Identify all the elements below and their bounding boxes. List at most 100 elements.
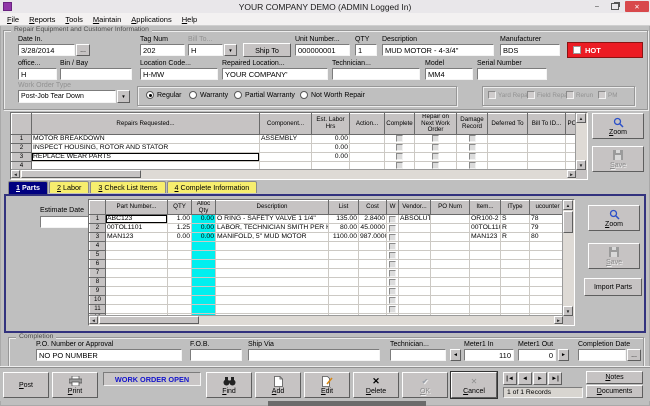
- rerun-checkbox[interactable]: [566, 91, 574, 99]
- warranty-checkbox[interactable]: [389, 260, 396, 268]
- manufacturer-field[interactable]: [500, 44, 560, 56]
- parts-row[interactable]: 1 ABC123 1.00 0.00 O RING - SAFETY VALVE 1 1…: [89, 214, 566, 224]
- cancel-button[interactable]: ✕ Cancel: [451, 372, 497, 398]
- radio-warranty[interactable]: [189, 91, 197, 99]
- damage-record-checkbox[interactable]: [468, 162, 476, 169]
- date-in-lookup-button[interactable]: ...: [76, 44, 90, 56]
- menu-applications[interactable]: Applications: [126, 13, 176, 26]
- warranty-checkbox[interactable]: [389, 242, 396, 250]
- field-repair-checkbox[interactable]: [527, 91, 535, 99]
- yard-repair-checkbox[interactable]: [488, 91, 496, 99]
- selected-cell[interactable]: REPLACE WEAR PARTS: [31, 151, 260, 162]
- warranty-checkbox[interactable]: [389, 278, 396, 286]
- meter-stepper-left-button[interactable]: ◄: [450, 349, 461, 361]
- restore-button[interactable]: [607, 1, 623, 12]
- menu-maintain[interactable]: Maintain: [88, 13, 126, 26]
- radio-partial-warranty[interactable]: [234, 91, 242, 99]
- scroll-down-icon[interactable]: ▼: [563, 306, 573, 316]
- close-button[interactable]: ✕: [625, 1, 649, 12]
- office-field[interactable]: [18, 68, 57, 80]
- complete-checkbox[interactable]: [396, 153, 403, 160]
- warranty-checkbox[interactable]: [389, 305, 396, 313]
- ok-button[interactable]: ✔ OK: [402, 372, 448, 398]
- find-button[interactable]: Find: [206, 372, 252, 398]
- work-order-type-dropdown-button[interactable]: ▼: [117, 90, 130, 103]
- pm-checkbox[interactable]: [598, 91, 606, 99]
- hot-checkbox[interactable]: [573, 46, 581, 54]
- menu-help[interactable]: Help: [177, 13, 202, 26]
- post-button[interactable]: Post: [3, 372, 49, 398]
- model-field[interactable]: [425, 68, 473, 80]
- complete-checkbox[interactable]: [396, 144, 403, 151]
- description-field[interactable]: [382, 44, 494, 56]
- work-order-type-field[interactable]: [18, 90, 116, 103]
- scroll-left-icon[interactable]: ◄: [11, 170, 20, 178]
- parts-row[interactable]: 11: [89, 304, 566, 314]
- parts-save-button[interactable]: Save: [588, 243, 640, 269]
- scroll-right-icon[interactable]: ►: [554, 316, 563, 324]
- tab-parts[interactable]: 1 Parts: [8, 181, 48, 194]
- documents-button[interactable]: Documents: [586, 385, 643, 398]
- scroll-down-icon[interactable]: ▼: [576, 160, 586, 170]
- parts-row[interactable]: 2 00TOL1101 1.25 0.00 LABOR, TECHNICIAN SMIT…: [89, 223, 566, 233]
- warranty-checkbox[interactable]: [389, 287, 396, 295]
- meter-stepper-right-button[interactable]: ►: [558, 349, 569, 361]
- repairs-row[interactable]: 3 REPLACE WEAR PARTS 0.00: [11, 151, 579, 162]
- warranty-checkbox[interactable]: [389, 233, 396, 241]
- delete-button[interactable]: ✕ Delete: [353, 372, 399, 398]
- parts-horizontal-scrollbar[interactable]: ◄ ►: [89, 315, 563, 325]
- menu-reports[interactable]: Reports: [24, 13, 60, 26]
- technician-field[interactable]: [332, 68, 420, 80]
- menu-tools[interactable]: Tools: [60, 13, 88, 26]
- repair-next-checkbox[interactable]: [432, 162, 439, 169]
- parts-row[interactable]: 8: [89, 277, 566, 287]
- meter1-out-field[interactable]: [518, 349, 556, 361]
- repairs-zoom-button[interactable]: Zoom: [592, 113, 644, 139]
- serial-number-field[interactable]: [477, 68, 547, 80]
- ship-via-field[interactable]: [248, 349, 380, 361]
- repairs-row[interactable]: 2 INSPECT HOUSING, ROTOR AND STATOR 0.00: [11, 142, 579, 153]
- menu-file[interactable]: File: [2, 13, 24, 26]
- bill-to-dropdown-button[interactable]: ▼: [224, 44, 237, 56]
- tab-check-list-items[interactable]: 3 Check List Items: [90, 181, 166, 193]
- warranty-checkbox[interactable]: [389, 251, 396, 259]
- warranty-checkbox[interactable]: [389, 296, 396, 304]
- scroll-up-icon[interactable]: ▲: [576, 113, 586, 123]
- bin-bay-field[interactable]: [60, 68, 132, 80]
- tab-complete-information[interactable]: 4 Complete Information: [166, 181, 258, 193]
- parts-vertical-scrollbar[interactable]: ▲ ▼: [562, 200, 574, 316]
- parts-row[interactable]: 6: [89, 259, 566, 269]
- date-in-field[interactable]: [18, 44, 75, 56]
- repairs-row[interactable]: 6: [11, 178, 579, 179]
- complete-checkbox[interactable]: [396, 135, 403, 142]
- repairs-vertical-scrollbar[interactable]: ▲ ▼: [575, 113, 587, 170]
- notes-button[interactable]: Notes: [586, 371, 643, 384]
- tab-labor[interactable]: 2 Labor: [48, 181, 90, 193]
- repair-next-checkbox[interactable]: [432, 135, 439, 142]
- nav-previous-record-button[interactable]: ◄: [518, 372, 532, 385]
- location-code-field[interactable]: [140, 68, 218, 80]
- nav-next-record-button[interactable]: ►: [533, 372, 547, 385]
- po-number-field[interactable]: [36, 349, 182, 361]
- parts-row[interactable]: 5: [89, 250, 566, 260]
- repair-next-checkbox[interactable]: [432, 144, 439, 151]
- tag-num-field[interactable]: [140, 44, 185, 56]
- parts-zoom-button[interactable]: Zoom: [588, 205, 640, 231]
- nav-first-record-button[interactable]: |◄: [503, 372, 517, 385]
- completion-technician-field[interactable]: [390, 349, 446, 361]
- repaired-location-field[interactable]: [222, 68, 328, 80]
- meter1-in-field[interactable]: [464, 349, 514, 361]
- minimize-button[interactable]: –: [589, 1, 605, 12]
- repair-next-checkbox[interactable]: [432, 153, 439, 160]
- unit-number-field[interactable]: [295, 44, 350, 56]
- scroll-up-icon[interactable]: ▲: [563, 200, 573, 210]
- ship-to-button[interactable]: Ship To: [243, 43, 291, 57]
- parts-row[interactable]: 7: [89, 268, 566, 278]
- parts-row[interactable]: 9: [89, 286, 566, 296]
- damage-record-checkbox[interactable]: [468, 135, 476, 142]
- qty-field[interactable]: [355, 44, 377, 56]
- selected-cell[interactable]: ABC123: [105, 214, 168, 224]
- repairs-horizontal-scrollbar[interactable]: ◄ ►: [11, 169, 576, 179]
- nav-last-record-button[interactable]: ►|: [548, 372, 562, 385]
- parts-row[interactable]: 10: [89, 295, 566, 305]
